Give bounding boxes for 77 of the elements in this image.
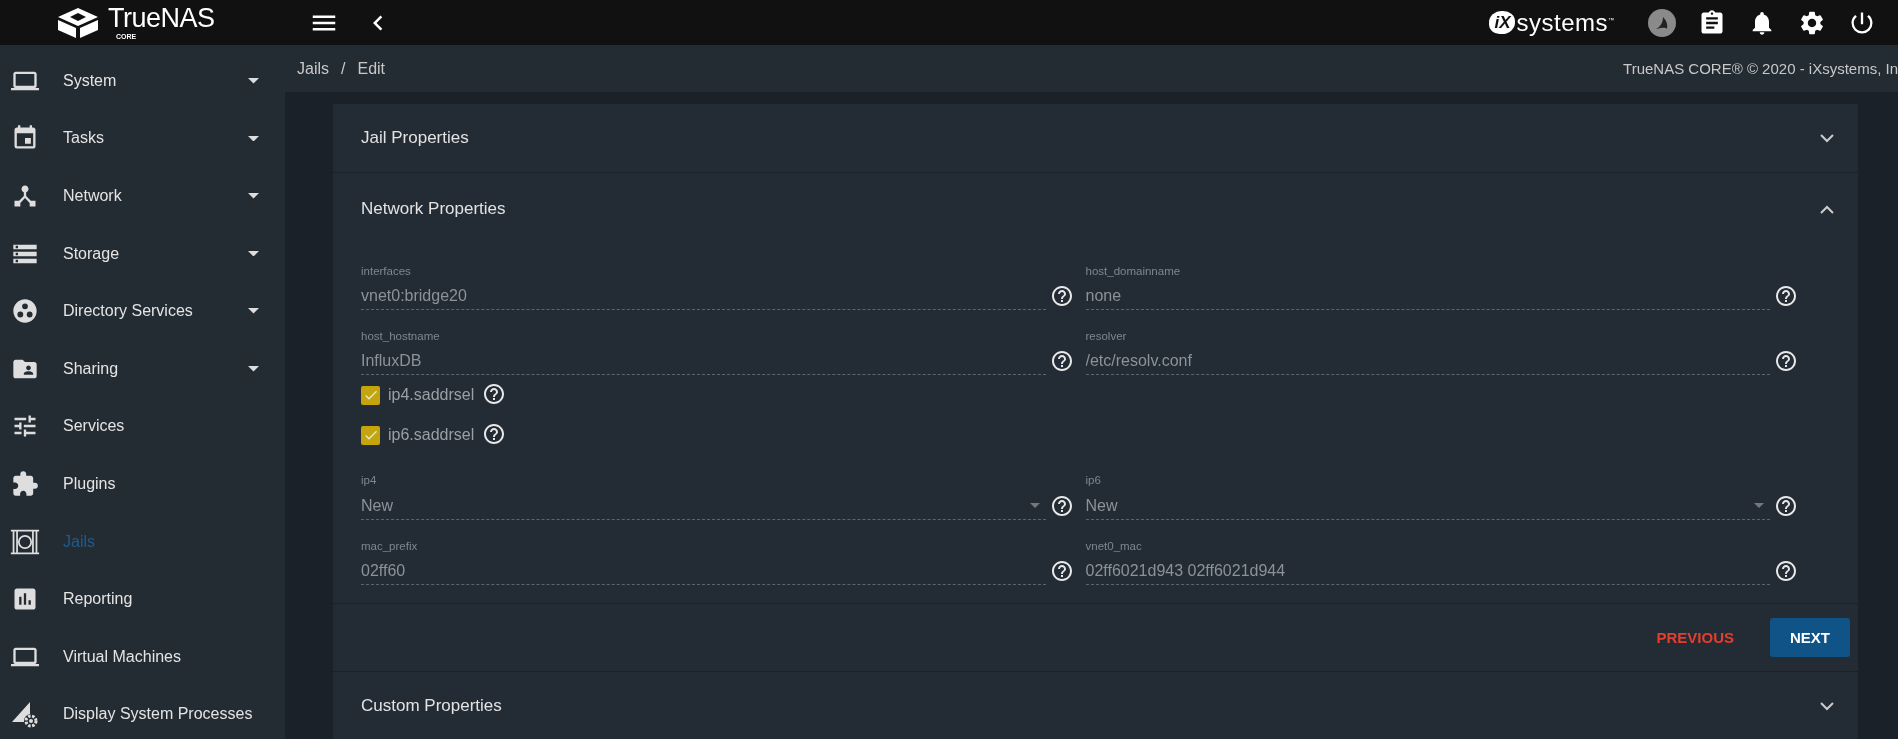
help-icon[interactable] <box>1774 559 1798 583</box>
sidebar-label: Sharing <box>63 359 120 378</box>
breadcrumb-separator: / <box>341 59 346 78</box>
field-label: interfaces <box>361 265 412 277</box>
sidebar-item[interactable]: Network <box>0 167 285 225</box>
help-icon[interactable] <box>1049 284 1074 308</box>
sidebar-item[interactable]: Services <box>0 397 285 456</box>
help-icon[interactable] <box>482 382 507 406</box>
sidebar-label: Display System Processes <box>63 705 254 724</box>
help-icon[interactable] <box>1049 349 1074 373</box>
help-icon[interactable] <box>1049 559 1074 583</box>
sidebar-item[interactable]: Reporting <box>0 570 285 628</box>
next-button[interactable]: NEXT <box>1770 618 1850 657</box>
help-icon[interactable] <box>1774 494 1798 518</box>
chevron-down-icon <box>1820 701 1834 711</box>
section-header[interactable]: Network Properties <box>333 173 1858 245</box>
sidebar-label: Reporting <box>63 590 134 609</box>
input-field[interactable]: vnet0:bridge20 <box>361 283 1046 310</box>
sidebar-label: Jails <box>63 532 96 551</box>
sidebar-item[interactable]: Plugins <box>0 455 285 513</box>
sidebar-label: System <box>63 71 118 90</box>
sidebar-item[interactable]: Sharing <box>0 339 285 398</box>
chart-gear-icon <box>10 700 40 729</box>
field-label: vnet0_mac <box>1085 540 1143 552</box>
help-icon[interactable] <box>482 422 507 446</box>
cube-logo-icon <box>56 7 100 38</box>
vendor-name: systems <box>1516 8 1608 37</box>
input-field[interactable]: 02ff6021d943 02ff6021d944 <box>1085 558 1770 585</box>
sidebar-item[interactable]: Storage <box>0 224 285 283</box>
section-title: Custom Properties <box>361 696 503 716</box>
sidebar-label: Tasks <box>63 129 105 148</box>
help-icon[interactable] <box>1049 494 1074 518</box>
help-icon[interactable] <box>1774 349 1798 373</box>
section-title: Jail Properties <box>361 128 470 148</box>
help-icon[interactable] <box>1774 284 1798 308</box>
puzzle-icon <box>11 469 39 498</box>
field-label: resolver <box>1085 330 1128 342</box>
breadcrumb-link[interactable]: Jails <box>297 59 329 78</box>
breadcrumb-link[interactable]: Edit <box>357 59 386 78</box>
chevron-up-icon <box>1820 204 1834 214</box>
field-label: host_domainname <box>1085 265 1182 277</box>
logo-text: TrueNAS <box>108 5 215 32</box>
sidebar-label: Network <box>63 187 123 205</box>
input-field[interactable]: 02ff60 <box>361 558 1046 585</box>
section-header[interactable]: Jail Properties <box>333 104 1858 172</box>
caret-icon <box>1029 503 1040 508</box>
checkbox-label: ip6.saddrsel <box>388 426 475 444</box>
sidebar-label: Directory Services <box>63 302 194 321</box>
section-title: Network Properties <box>361 199 507 219</box>
vendor-mark: iX <box>1489 11 1516 34</box>
select-field[interactable]: New <box>1085 492 1770 520</box>
field-label: mac_prefix <box>361 540 419 552</box>
sidebar-item[interactable]: System <box>0 52 285 110</box>
chevron-down-icon <box>1820 133 1834 143</box>
checkbox-label: ip4.saddrsel <box>388 386 475 404</box>
select-field[interactable]: New <box>361 492 1046 520</box>
sidebar-item[interactable]: Directory Services <box>0 282 285 340</box>
field-label: ip6 <box>1085 474 1102 486</box>
input-field[interactable]: InfluxDB <box>361 348 1046 375</box>
sidebar-label: Services <box>63 417 126 436</box>
circles-icon <box>11 297 39 326</box>
sidebar-item[interactable]: Virtual Machines <box>0 627 285 686</box>
section-header[interactable]: Custom Properties <box>333 672 1858 739</box>
copyright-text: TrueNAS CORE® © 2020 - iXsystems, In <box>1623 60 1898 77</box>
checkbox[interactable] <box>361 385 380 405</box>
shark-fin-button[interactable] <box>1648 8 1676 37</box>
sidebar-item[interactable]: Display System Processes <box>0 685 285 739</box>
sidebar-label: Storage <box>63 244 121 263</box>
sidebar-item[interactable]: Tasks <box>0 109 285 168</box>
sidebar-label: Virtual Machines <box>63 647 182 666</box>
input-field[interactable]: none <box>1085 283 1770 310</box>
field-label: host_hostname <box>361 330 441 342</box>
sidebar-label: Plugins <box>63 474 117 493</box>
checkbox[interactable] <box>361 425 380 445</box>
caret-icon <box>1754 503 1764 508</box>
input-field[interactable]: /etc/resolv.conf <box>1085 348 1770 375</box>
field-label: ip4 <box>361 474 378 486</box>
